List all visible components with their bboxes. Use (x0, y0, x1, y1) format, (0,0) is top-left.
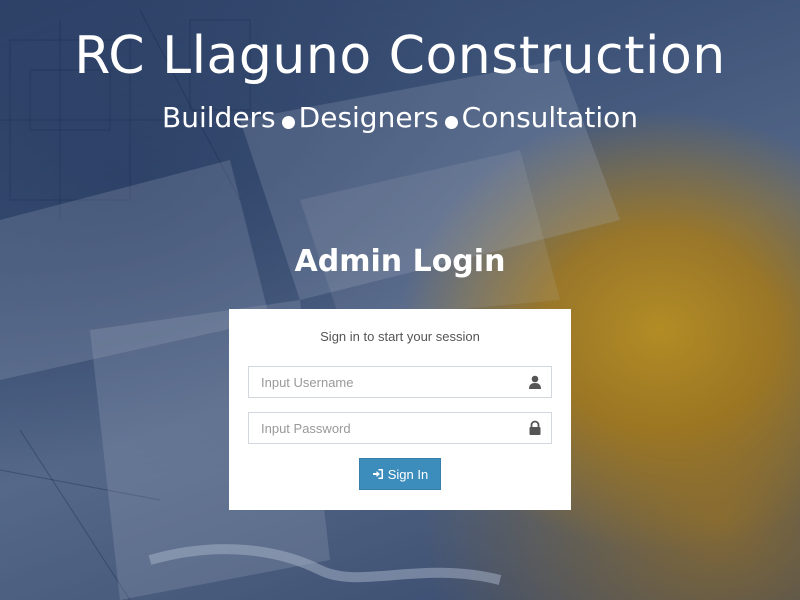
bullet-dot-icon (444, 116, 458, 129)
tagline-item-consultation: Consultation (461, 101, 638, 134)
password-field (248, 412, 552, 444)
bullet-dot-icon (281, 116, 295, 129)
brand-title: RC Llaguno Construction (74, 26, 726, 86)
lock-icon (527, 420, 543, 436)
username-input[interactable] (249, 367, 519, 397)
login-box: Sign in to start your session Input User… (229, 309, 571, 510)
user-icon (527, 374, 543, 390)
brand-tagline: Builders Designers Consultation (0, 98, 800, 138)
login-box-message: Sign in to start your session (320, 329, 480, 344)
sign-in-icon (372, 469, 383, 479)
page-content: RC Llaguno Construction Builders Designer… (0, 0, 800, 600)
tagline-item-designers: Designers (298, 101, 439, 134)
login-heading: Admin Login (294, 244, 506, 279)
sign-in-label: Sign In (387, 466, 429, 482)
sign-in-button[interactable]: Sign In (359, 458, 441, 490)
username-field (248, 366, 552, 398)
password-input[interactable] (249, 413, 519, 443)
tagline-item-builders: Builders (162, 101, 276, 134)
